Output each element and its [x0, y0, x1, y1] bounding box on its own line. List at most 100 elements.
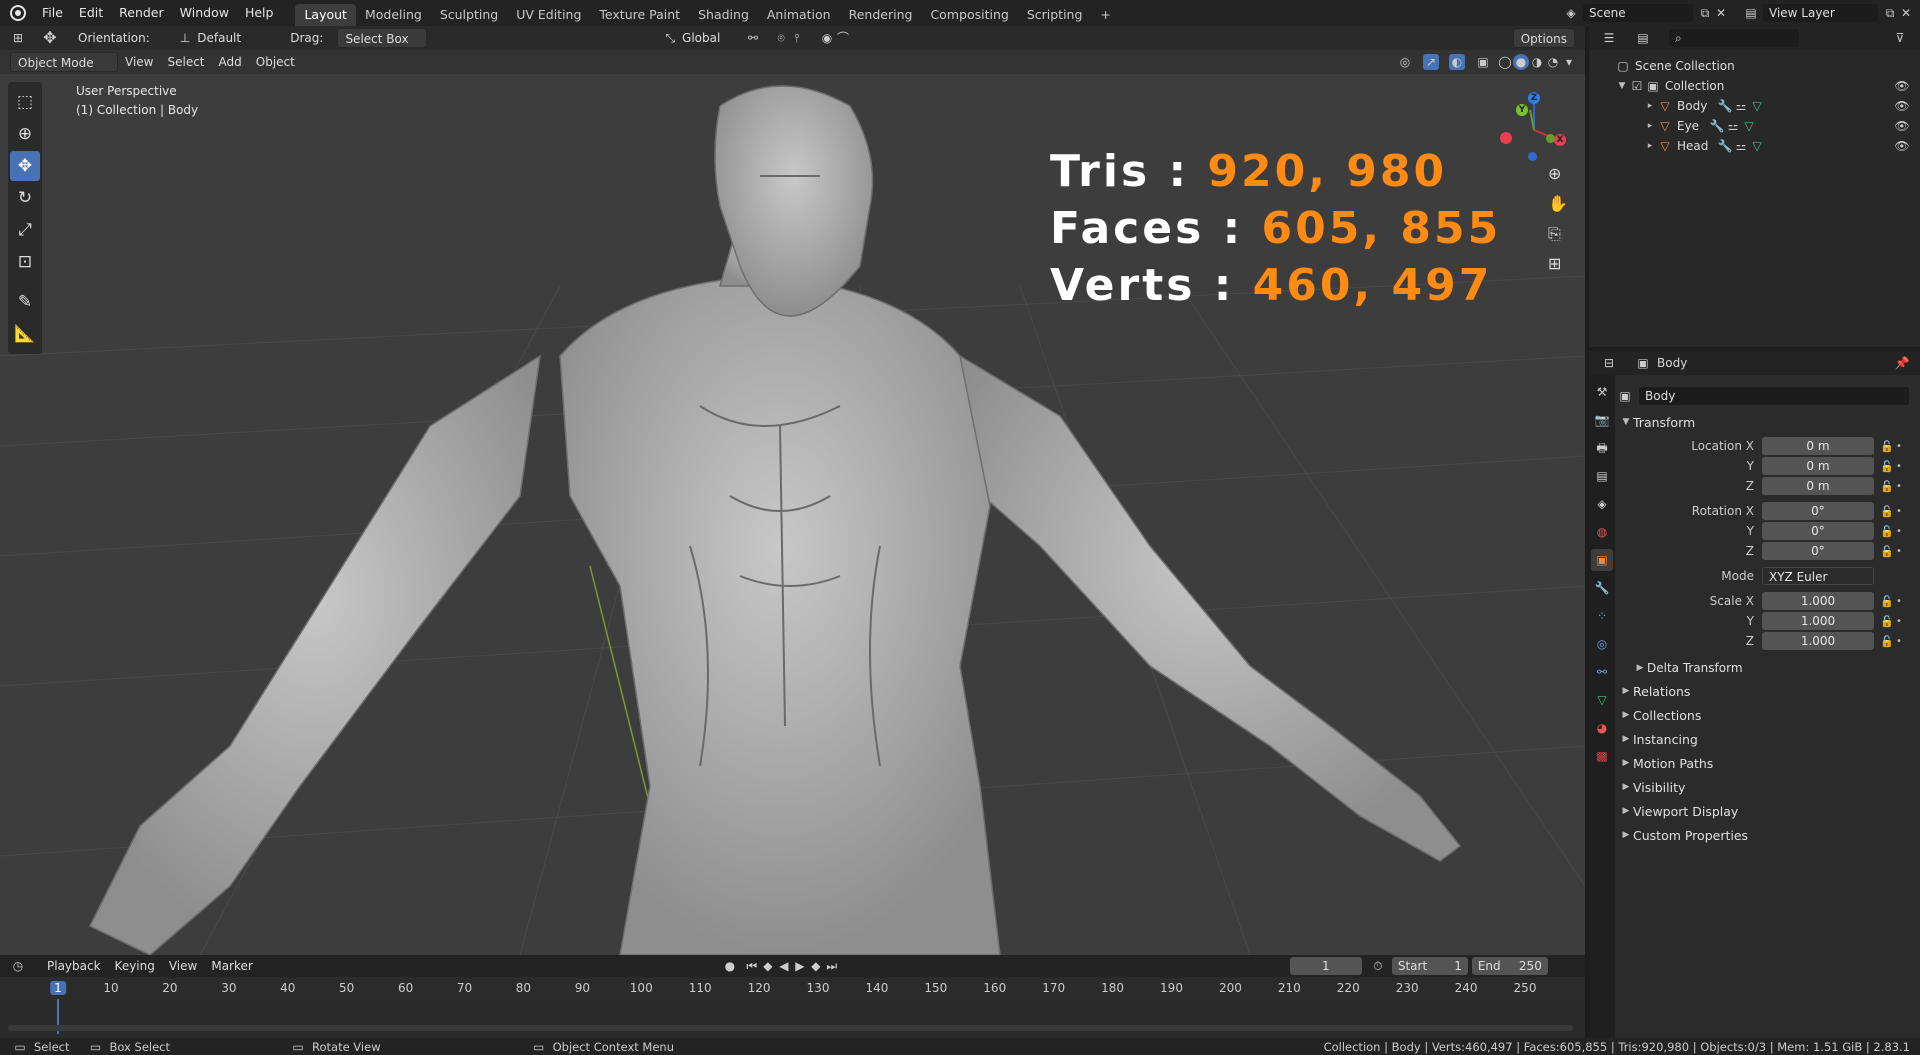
head-visibility-icon[interactable]: 👁 [1894, 138, 1910, 154]
camera-view-icon[interactable]: ⎘ [1548, 224, 1561, 244]
delete-scene-icon[interactable]: ✕ [1713, 5, 1729, 21]
measure-tool-icon[interactable]: 📐 [10, 319, 40, 349]
lock-icon[interactable]: 🔓 [1880, 525, 1894, 538]
keyframe-dot-icon[interactable]: • [1894, 526, 1904, 537]
menu-window[interactable]: Window [172, 0, 237, 26]
options-dropdown[interactable]: Options [1512, 28, 1575, 48]
expand-body-icon[interactable]: ▸ [1643, 101, 1657, 111]
viewport-display-expand-icon[interactable]: ▶ [1619, 806, 1633, 816]
location-y-field[interactable]: 0 m [1762, 457, 1874, 475]
gizmo-neg-z[interactable] [1528, 152, 1537, 161]
lock-icon[interactable]: 🔓 [1880, 460, 1894, 473]
delta-expand-icon[interactable]: ▶ [1633, 663, 1647, 673]
overlay-toggle-icon[interactable]: ◐ [1449, 54, 1465, 70]
editor-type-icon[interactable]: ⊞ [10, 30, 26, 46]
scale-y-field[interactable]: 1.000 [1762, 612, 1874, 630]
outliner-search-input[interactable]: ⌕ [1669, 29, 1799, 47]
keyframe-dot-icon[interactable]: • [1894, 546, 1904, 557]
tab-texture-paint[interactable]: Texture Paint [590, 4, 689, 26]
annotate-tool-icon[interactable]: ✎ [10, 287, 40, 317]
keyframe-dot-icon[interactable]: • [1894, 506, 1904, 517]
keyframe-dot-icon[interactable]: • [1894, 596, 1904, 607]
relations-expand-icon[interactable]: ▶ [1619, 686, 1633, 696]
prev-keyframe-icon[interactable]: ◆ [760, 958, 776, 974]
stopwatch-icon[interactable]: ⏱ [1370, 958, 1386, 974]
snap-target-icon[interactable]: ⫯ [789, 30, 805, 46]
3d-viewport[interactable]: ⊞ ✥ Orientation: ⊥ Default Drag: Select … [0, 26, 1585, 955]
keyframe-dot-icon[interactable]: • [1894, 481, 1904, 492]
particles-tab-icon[interactable]: ⁘ [1591, 605, 1613, 627]
lock-icon[interactable]: 🔓 [1880, 595, 1894, 608]
keyframe-dot-icon[interactable]: • [1894, 616, 1904, 627]
play-icon[interactable]: ▶ [792, 958, 808, 974]
new-scene-icon[interactable]: ⧉ [1697, 5, 1713, 21]
play-reverse-icon[interactable]: ◀ [776, 958, 792, 974]
solid-shading-icon[interactable]: ● [1513, 54, 1529, 70]
gizmo-neg-y[interactable] [1546, 134, 1555, 143]
scene-collection-row[interactable]: ▢ Scene Collection [1589, 56, 1920, 76]
timeline-editor-icon[interactable]: ◷ [10, 958, 26, 974]
snap-icon[interactable]: ⌾ [773, 30, 789, 46]
custom-properties-section[interactable]: ▶ Custom Properties [1617, 824, 1920, 846]
location-z-field[interactable]: 0 m [1762, 477, 1874, 495]
gizmo-y-axis[interactable]: Y [1516, 104, 1528, 116]
orientation-dropdown[interactable]: Default [190, 28, 280, 48]
body-visibility-icon[interactable]: 👁 [1894, 98, 1910, 114]
outliner-item-body[interactable]: ▸ ▽ Body 🔧 ⚍ ▽ 👁 [1589, 96, 1920, 116]
transform-section-header[interactable]: ▼ Transform [1617, 411, 1920, 433]
collections-section[interactable]: ▶ Collections [1617, 704, 1920, 726]
custom-properties-expand-icon[interactable]: ▶ [1619, 830, 1633, 840]
new-view-layer-icon[interactable]: ⧉ [1882, 5, 1898, 21]
end-frame-field[interactable]: End 250 [1471, 957, 1548, 975]
scale-tool-icon[interactable]: ⤢ [10, 215, 40, 245]
lock-icon[interactable]: 🔓 [1880, 480, 1894, 493]
collection-visibility-icon[interactable]: 👁 [1894, 78, 1910, 94]
menu-view[interactable]: View [118, 52, 160, 72]
rotation-mode-dropdown[interactable]: XYZ Euler [1762, 567, 1874, 585]
timeline-ruler[interactable]: 1 10 20 30 40 50 60 70 80 90 100 110 120 130 140 150 160… [0, 977, 1585, 999]
drag-dropdown[interactable]: Select Box [337, 28, 428, 48]
instancing-expand-icon[interactable]: ▶ [1619, 734, 1633, 744]
pan-hand-icon[interactable]: ✋ [1548, 194, 1568, 213]
outliner-editor-icon[interactable]: ☰ [1601, 30, 1617, 46]
rotation-x-field[interactable]: 0° [1762, 502, 1874, 520]
menu-help[interactable]: Help [237, 0, 282, 26]
rotate-tool-icon[interactable]: ↻ [10, 183, 40, 213]
expand-eye-icon[interactable]: ▸ [1643, 121, 1657, 131]
scale-z-field[interactable]: 1.000 [1762, 632, 1874, 650]
transform-tool-icon[interactable]: ⊡ [10, 247, 40, 277]
properties-editor-icon[interactable]: ⊟ [1601, 355, 1617, 371]
mode-dropdown[interactable]: Object Mode [10, 52, 118, 72]
collection-row[interactable]: ▼ ☑ ▣ Collection 👁 [1589, 76, 1920, 96]
tab-layout[interactable]: Layout [295, 4, 356, 26]
menu-object[interactable]: Object [249, 52, 302, 72]
filter-icon[interactable]: ⊽ [1892, 30, 1908, 46]
display-mode-icon[interactable]: ▤ [1635, 30, 1651, 46]
lock-icon[interactable]: 🔓 [1880, 635, 1894, 648]
zoom-icon[interactable]: ⊕ [1548, 164, 1561, 183]
viewport-display-section[interactable]: ▶ Viewport Display [1617, 800, 1920, 822]
next-keyframe-icon[interactable]: ◆ [808, 958, 824, 974]
add-workspace-button[interactable]: + [1091, 4, 1119, 26]
delta-transform-section[interactable]: ▶ Delta Transform [1631, 657, 1920, 679]
tool-tab-icon[interactable]: ⚒ [1591, 381, 1613, 403]
object-tab-icon[interactable]: ▣ [1591, 549, 1613, 571]
transform-expand-icon[interactable]: ▼ [1619, 417, 1633, 427]
lock-icon[interactable]: 🔓 [1880, 505, 1894, 518]
texture-tab-icon[interactable]: ▩ [1591, 745, 1613, 767]
visibility-expand-icon[interactable]: ▶ [1619, 782, 1633, 792]
menu-render[interactable]: Render [111, 0, 172, 26]
tab-sculpting[interactable]: Sculpting [431, 4, 507, 26]
keyframe-dot-icon[interactable]: • [1894, 636, 1904, 647]
timeline-scrollbar[interactable] [8, 1025, 1573, 1031]
motion-paths-expand-icon[interactable]: ▶ [1619, 758, 1633, 768]
motion-paths-section[interactable]: ▶ Motion Paths [1617, 752, 1920, 774]
keyframe-dot-icon[interactable]: • [1894, 441, 1904, 452]
scale-x-field[interactable]: 1.000 [1762, 592, 1874, 610]
xray-icon[interactable]: ▣ [1475, 54, 1491, 70]
view-layer-tab-icon[interactable]: ▤ [1591, 465, 1613, 487]
lock-icon[interactable]: 🔓 [1880, 440, 1894, 453]
proportional-edit-icon[interactable]: ◉ [819, 30, 835, 46]
current-frame-field[interactable]: 1 [1289, 957, 1362, 975]
material-tab-icon[interactable]: ◕ [1591, 717, 1613, 739]
